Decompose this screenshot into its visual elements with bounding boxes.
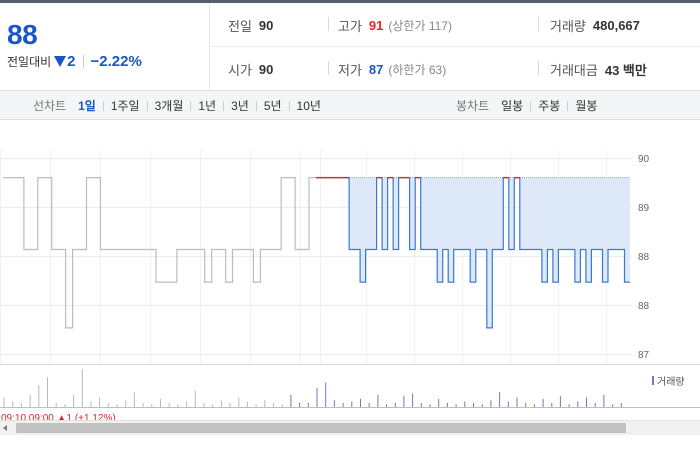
stat-low: 저가 87 (하한가 63) bbox=[338, 47, 446, 91]
stat-value: 87 bbox=[368, 61, 384, 77]
period-3years[interactable]: 3년 bbox=[231, 97, 249, 114]
stat-trade-value: 거래대금 43 백만 bbox=[550, 47, 647, 91]
y-tick-label: 90 bbox=[638, 154, 650, 165]
stat-label: 시가 bbox=[228, 62, 252, 78]
divider bbox=[223, 100, 225, 111]
candle-chart-periods: 봉차트 일봉 주봉 월봉 bbox=[456, 91, 597, 120]
divider bbox=[146, 100, 148, 111]
stat-label: 거래량 bbox=[550, 18, 586, 34]
scroll-left-icon[interactable] bbox=[3, 425, 7, 431]
period-1day[interactable]: 1일 bbox=[78, 97, 96, 114]
price-box: 88 전일대비 2 −2.22% bbox=[0, 3, 210, 91]
stats-panel: 전일 90 고가 91 (상한가 117) 거래량 480,667 시가 90 … bbox=[210, 3, 700, 91]
divider bbox=[82, 55, 84, 68]
divider bbox=[538, 17, 539, 31]
change-percent: −2.22% bbox=[90, 53, 142, 70]
candle-weekly[interactable]: 주봉 bbox=[538, 97, 560, 114]
divider bbox=[538, 61, 539, 75]
lower-limit: (하한가 63) bbox=[388, 62, 447, 77]
divider bbox=[328, 61, 329, 75]
stat-value: 90 bbox=[258, 17, 274, 33]
stat-value: 90 bbox=[258, 61, 274, 77]
period-1year[interactable]: 1년 bbox=[198, 97, 216, 114]
scrollbar-thumb[interactable] bbox=[16, 423, 626, 433]
stat-value: 43 백만 bbox=[604, 62, 647, 78]
divider bbox=[328, 17, 329, 31]
price-chart[interactable]: 90 89 88 88 87 거래량 09:10 09:00 ▲1 (+1.12%) bbox=[0, 120, 700, 424]
stat-open: 시가 90 bbox=[228, 47, 273, 91]
divider bbox=[288, 100, 290, 111]
line-chart-label: 선차트 bbox=[33, 99, 67, 113]
y-tick-label: 89 bbox=[638, 203, 650, 214]
stat-label: 고가 bbox=[338, 18, 362, 34]
divider bbox=[567, 100, 569, 111]
candle-monthly[interactable]: 월봉 bbox=[575, 97, 597, 114]
stat-label: 저가 bbox=[338, 62, 362, 78]
stats-row-2: 시가 90 저가 87 (하한가 63) 거래대금 43 백만 bbox=[210, 47, 700, 91]
chart-svg: 90 89 88 88 87 bbox=[0, 150, 700, 408]
divider bbox=[102, 100, 104, 111]
horizontal-scrollbar[interactable] bbox=[0, 420, 700, 435]
stat-high: 고가 91 (상한가 117) bbox=[338, 3, 452, 47]
divider bbox=[255, 100, 257, 111]
period-5years[interactable]: 5년 bbox=[264, 97, 282, 114]
upper-limit: (상한가 117) bbox=[388, 18, 452, 33]
divider bbox=[530, 100, 532, 111]
stat-prev-close: 전일 90 bbox=[228, 3, 273, 47]
volume-legend: 거래량 bbox=[652, 373, 685, 388]
stat-label: 전일 bbox=[228, 18, 252, 34]
change-amount: 2 bbox=[67, 53, 76, 70]
line-chart-periods: 선차트 1일 1주일 3개월 1년 3년 5년 10년 bbox=[33, 91, 321, 120]
volume-legend-label: 거래량 bbox=[657, 377, 685, 388]
stat-value: 480,667 bbox=[592, 17, 640, 33]
change-label: 전일대비 bbox=[7, 55, 52, 69]
stat-label: 거래대금 bbox=[550, 62, 598, 78]
down-triangle-icon bbox=[54, 56, 67, 67]
y-tick-label: 87 bbox=[638, 350, 650, 361]
stat-volume: 거래량 480,667 bbox=[550, 3, 640, 47]
stat-value: 91 bbox=[368, 17, 384, 33]
chart-toolbar: 선차트 1일 1주일 3개월 1년 3년 5년 10년 봉차트 일봉 주봉 월봉 bbox=[0, 91, 700, 120]
quote-summary: 88 전일대비 2 −2.22% 전일 90 고가 91 (상한가 117) 거… bbox=[0, 3, 700, 91]
y-tick-label: 88 bbox=[638, 301, 650, 312]
period-10years[interactable]: 10년 bbox=[297, 97, 321, 114]
current-price: 88 bbox=[7, 19, 38, 50]
stats-row-1: 전일 90 고가 91 (상한가 117) 거래량 480,667 bbox=[210, 3, 700, 47]
candle-daily[interactable]: 일봉 bbox=[501, 97, 523, 114]
period-3months[interactable]: 3개월 bbox=[155, 97, 184, 114]
y-tick-label: 88 bbox=[638, 252, 650, 263]
volume-swatch bbox=[652, 376, 654, 385]
candle-chart-label: 봉차트 bbox=[456, 99, 490, 113]
divider bbox=[190, 100, 192, 111]
period-1week[interactable]: 1주일 bbox=[111, 97, 140, 114]
change-row: 전일대비 2 −2.22% bbox=[7, 53, 142, 70]
